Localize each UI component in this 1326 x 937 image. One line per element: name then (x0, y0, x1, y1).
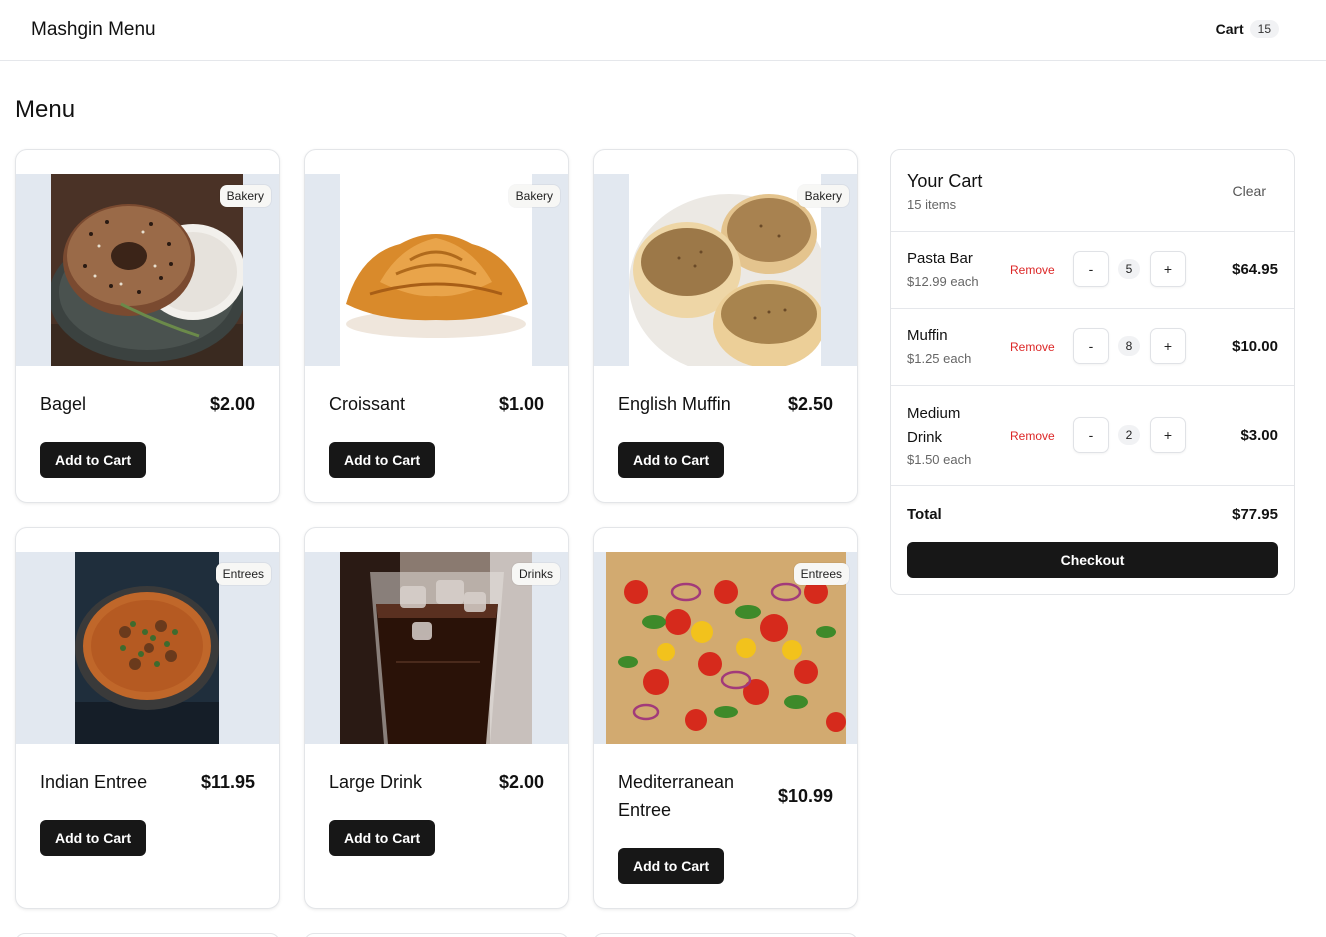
cart-total-value: $77.95 (1232, 506, 1278, 523)
menu-item-name: Bagel (40, 394, 87, 414)
header-cart-label: Cart (1215, 21, 1244, 37)
increase-quantity-button[interactable]: + (1150, 251, 1186, 287)
add-to-cart-button[interactable]: Add to Cart (40, 820, 147, 856)
menu-card-indian-entree: Entrees Indian Entree $11.95 Add to Cart (15, 527, 280, 909)
cart-item-unit-price: $1.50 each (907, 452, 972, 467)
menu-card-croissant: Bakery Croissant $1.00 Add to Cart (304, 149, 569, 503)
menu-card-partial (593, 933, 858, 937)
add-to-cart-button[interactable]: Add to Cart (329, 820, 436, 856)
cart-item-unit-price: $1.25 each (907, 351, 972, 366)
header-cart-button[interactable]: Cart 15 (1216, 20, 1279, 38)
menu-card-large-drink: Drinks Large Drink $2.00 Add to Cart (304, 527, 569, 909)
add-to-cart-button[interactable]: Add to Cart (40, 442, 147, 478)
menu-card-image-area: Bakery (16, 174, 279, 366)
cart-item-total: $10.00 (1232, 338, 1278, 355)
cart-item-total: $64.95 (1232, 261, 1278, 278)
divider (891, 308, 1294, 309)
menu-item-name: Large Drink (329, 772, 423, 792)
cart-total-label: Total (907, 506, 942, 523)
menu-item-price: $1.00 (498, 394, 544, 414)
top-bar: Mashgin Menu Cart 15 (0, 0, 1326, 61)
remove-item-button[interactable]: Remove (1010, 429, 1055, 443)
menu-item-name: English Muffin (618, 394, 731, 414)
indian-entree-image (75, 552, 219, 744)
category-badge: Bakery (508, 185, 560, 207)
add-to-cart-button[interactable]: Add to Cart (618, 848, 725, 884)
bagel-image (51, 174, 243, 366)
cart-title: Your Cart (907, 171, 983, 191)
category-badge: Drinks (511, 563, 560, 585)
cart-item-unit-price: $12.99 each (907, 274, 979, 289)
menu-card-image-area: Entrees (16, 552, 279, 744)
large-drink-image (340, 552, 532, 744)
category-badge: Entrees (215, 563, 271, 585)
menu-item-price: $11.95 (200, 772, 255, 792)
cart-item-name: Muffin (907, 327, 948, 344)
divider (891, 231, 1294, 232)
cart-item-count: 15 items (907, 197, 957, 212)
add-to-cart-button[interactable]: Add to Cart (618, 442, 725, 478)
menu-card-bagel: Bakery Bagel $2.00 Add to Cart (15, 149, 280, 503)
cart-item-name: Pasta Bar (907, 250, 973, 267)
remove-item-button[interactable]: Remove (1010, 263, 1055, 277)
menu-item-price: $2.00 (498, 772, 544, 792)
category-badge: Entrees (793, 563, 849, 585)
checkout-button[interactable]: Checkout (907, 542, 1278, 578)
increase-quantity-button[interactable]: + (1150, 328, 1186, 364)
menu-card-english-muffin: Bakery English Muffin $2.50 Add to Cart (593, 149, 858, 503)
menu-card-image-area: Bakery (305, 174, 568, 366)
divider (891, 385, 1294, 386)
menu-card-image-area: Entrees (594, 552, 857, 744)
menu-card-image-area: Drinks (305, 552, 568, 744)
decrease-quantity-button[interactable]: - (1073, 328, 1109, 364)
menu-item-price: $2.50 (787, 394, 833, 414)
menu-card-mediterranean-entree: Entrees Mediterranean Entree $10.99 Add … (593, 527, 858, 909)
category-badge: Bakery (219, 185, 271, 207)
cart-count-badge: 15 (1249, 20, 1279, 38)
menu-card-image-area: Bakery (594, 174, 857, 366)
cart-item-name: Medium Drink (907, 405, 961, 446)
menu-item-name: Indian Entree (40, 772, 148, 792)
remove-item-button[interactable]: Remove (1010, 340, 1055, 354)
page-title: Menu (15, 96, 76, 123)
divider (891, 485, 1294, 486)
english-muffin-image (629, 174, 821, 366)
quantity-value: 2 (1118, 425, 1140, 445)
croissant-image (340, 174, 532, 366)
category-badge: Bakery (797, 185, 849, 207)
menu-card-partial (304, 933, 569, 937)
menu-item-name: Mediterranean Entree (618, 772, 735, 820)
brand-title: Mashgin Menu (31, 19, 156, 40)
cart-item-total: $3.00 (1240, 427, 1278, 444)
menu-item-price: $10.99 (777, 786, 833, 806)
decrease-quantity-button[interactable]: - (1073, 251, 1109, 287)
quantity-value: 8 (1118, 336, 1140, 356)
quantity-value: 5 (1118, 259, 1140, 279)
cart-panel: Your Cart 15 items Clear Pasta Bar $12.9… (890, 149, 1295, 595)
decrease-quantity-button[interactable]: - (1073, 417, 1109, 453)
menu-card-partial (15, 933, 280, 937)
increase-quantity-button[interactable]: + (1150, 417, 1186, 453)
menu-item-name: Croissant (329, 394, 406, 414)
clear-cart-button[interactable]: Clear (1233, 183, 1266, 199)
menu-item-price: $2.00 (209, 394, 255, 414)
add-to-cart-button[interactable]: Add to Cart (329, 442, 436, 478)
